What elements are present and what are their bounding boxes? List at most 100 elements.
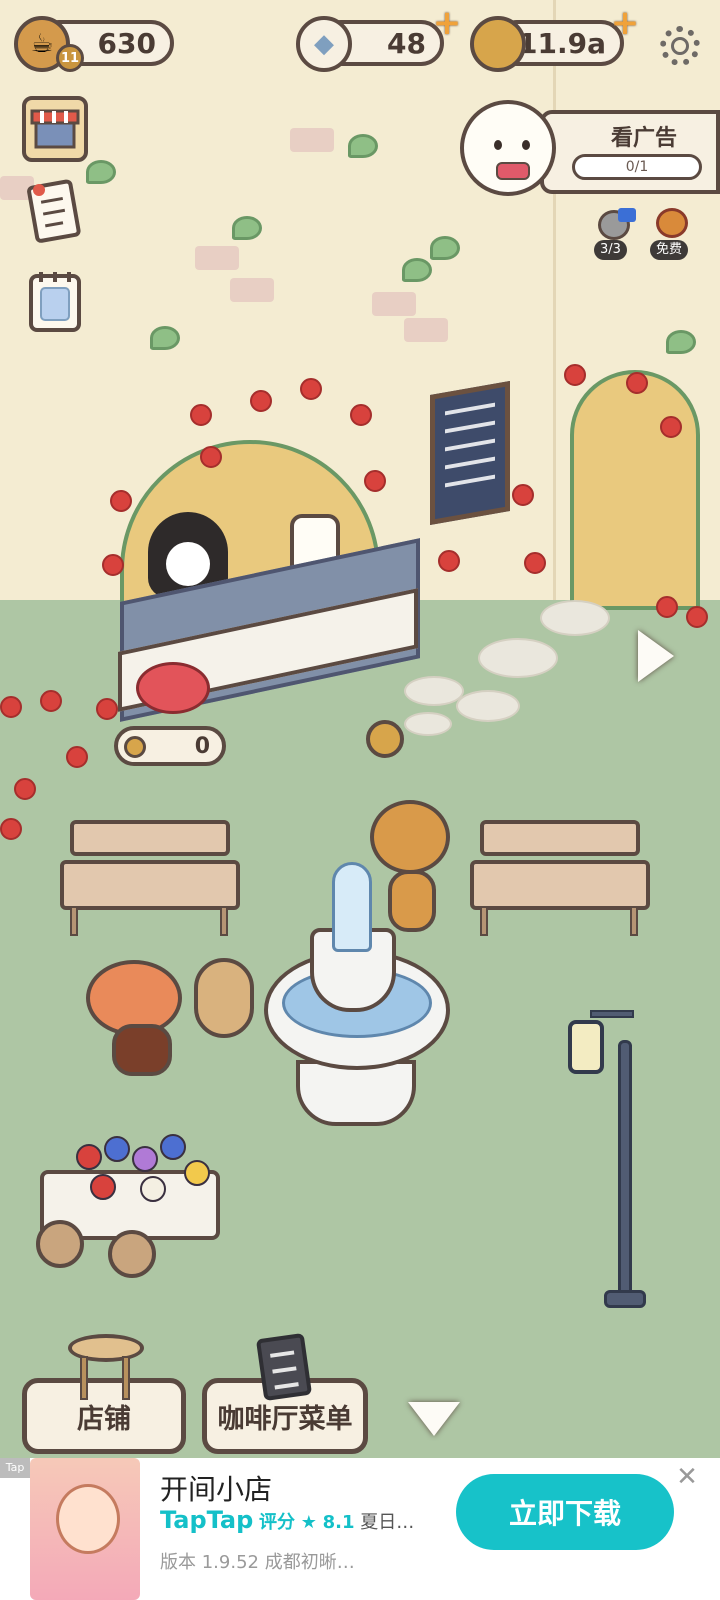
rating-label: 评分 xyxy=(259,1512,296,1533)
watch-ad-panel[interactable]: 看广告 0/1 xyxy=(540,110,720,194)
calendar-icon[interactable] xyxy=(22,268,88,334)
white-cat-mascot[interactable] xyxy=(460,100,556,196)
rose xyxy=(40,690,62,712)
boost-icon[interactable]: 3/3 xyxy=(594,208,638,260)
bench-leg xyxy=(630,906,638,936)
wall-brick xyxy=(290,128,334,152)
watch-ad-progress-text: 0/1 xyxy=(625,159,649,175)
add-coins-button[interactable]: + xyxy=(610,6,640,40)
rose xyxy=(350,404,372,426)
rose xyxy=(66,746,88,768)
rose xyxy=(512,484,534,506)
rose xyxy=(14,778,36,800)
flower-cart xyxy=(20,1120,250,1280)
wall-brick xyxy=(372,292,416,316)
collapse-arrow[interactable] xyxy=(408,1402,460,1436)
rose xyxy=(190,404,212,426)
ad-rating-line: TapTap 评分 ★ 8.1 夏日… xyxy=(160,1506,414,1534)
tip-jar-counter[interactable]: 0 xyxy=(114,726,226,766)
gear-icon[interactable] xyxy=(660,26,700,66)
rose xyxy=(660,416,682,438)
shop-awning-glyph xyxy=(30,109,80,149)
ad-download-button[interactable]: 立即下载 xyxy=(456,1474,674,1550)
watch-ad-title: 看广告 xyxy=(610,126,677,151)
stool-leg xyxy=(80,1356,88,1400)
ad-meta-line: 版本 1.9.52 成都初晰… xyxy=(160,1548,355,1574)
cart-wheel xyxy=(36,1220,84,1268)
dropped-coin[interactable] xyxy=(366,720,404,758)
rose xyxy=(300,378,322,400)
menu-chalkboard[interactable] xyxy=(430,380,510,526)
ad-corner-tag: Tap xyxy=(0,1458,30,1478)
bench-back xyxy=(70,820,230,856)
rose xyxy=(250,390,272,412)
rose xyxy=(626,372,648,394)
bench-back xyxy=(480,820,640,856)
right-archway xyxy=(570,370,700,610)
rose xyxy=(0,696,22,718)
coin-icon xyxy=(124,736,146,758)
boost-count: 3/3 xyxy=(594,240,627,260)
diamond-icon: ◆ xyxy=(296,16,352,72)
rating-value: 8.1 xyxy=(322,1512,355,1533)
cat-eye xyxy=(494,140,502,150)
rose xyxy=(564,364,586,386)
rose xyxy=(110,490,132,512)
bow-tie xyxy=(496,162,530,180)
park-bench-right xyxy=(470,820,650,936)
task-list-glyph xyxy=(27,179,81,243)
stepping-stone xyxy=(456,690,520,722)
stool-icon xyxy=(68,1334,144,1402)
coins-value: 11.9a xyxy=(518,26,606,60)
hamster-customer[interactable] xyxy=(194,958,254,1038)
free-reward-icon[interactable]: 免费 xyxy=(650,206,694,260)
stepping-stone xyxy=(404,712,452,736)
cart-flower xyxy=(76,1144,102,1170)
wall-brick xyxy=(195,246,239,270)
ad-tagline: 夏日… xyxy=(360,1512,415,1533)
video-play-icon xyxy=(618,208,636,222)
red-panda-body xyxy=(112,1024,172,1076)
bear-customer[interactable] xyxy=(370,800,450,936)
task-list-icon[interactable] xyxy=(22,179,88,246)
red-panda-customer[interactable] xyxy=(86,960,186,1080)
rose xyxy=(656,596,678,618)
clipboard-icon xyxy=(255,1332,313,1402)
free-label: 免费 xyxy=(650,240,689,260)
rose xyxy=(364,470,386,492)
cat-eye xyxy=(522,140,530,150)
ad-thumbnail[interactable] xyxy=(30,1458,140,1600)
ivy-leaf xyxy=(86,160,116,184)
rose xyxy=(524,552,546,574)
next-area-arrow[interactable] xyxy=(638,630,674,682)
wall-corner xyxy=(553,0,556,640)
cart-flower xyxy=(90,1174,116,1200)
bench-seat xyxy=(470,860,650,910)
stepping-stone xyxy=(540,600,610,636)
cart-flower xyxy=(140,1176,166,1202)
shop-awning-icon[interactable] xyxy=(22,96,88,162)
rose xyxy=(438,550,460,572)
shop-button-label: 店铺 xyxy=(77,1403,131,1435)
bench-leg xyxy=(70,906,78,936)
bear-body xyxy=(388,870,436,932)
calendar-glyph xyxy=(29,272,81,332)
lamp-arm xyxy=(590,1010,634,1018)
diamonds-value: 48 xyxy=(387,26,426,60)
add-diamonds-button[interactable]: + xyxy=(432,6,462,40)
level-value: 11 xyxy=(60,50,80,66)
piggy-bank[interactable] xyxy=(136,662,210,714)
ad-banner[interactable]: Tap 开间小店 TapTap 评分 ★ 8.1 夏日… 版本 1.9.52 成… xyxy=(0,1458,720,1600)
park-bench-left xyxy=(60,820,240,936)
rose xyxy=(686,606,708,628)
lamp-lantern xyxy=(568,1020,604,1074)
ivy-leaf xyxy=(348,134,378,158)
stool-leg xyxy=(122,1356,130,1400)
bench-seat xyxy=(60,860,240,910)
ad-version: 版本 1.9.52 xyxy=(160,1552,259,1573)
wall-brick xyxy=(404,318,448,342)
rose xyxy=(0,818,22,840)
ivy-leaf xyxy=(402,258,432,282)
close-icon[interactable]: ✕ xyxy=(674,1464,700,1490)
cart-flower xyxy=(104,1136,130,1162)
